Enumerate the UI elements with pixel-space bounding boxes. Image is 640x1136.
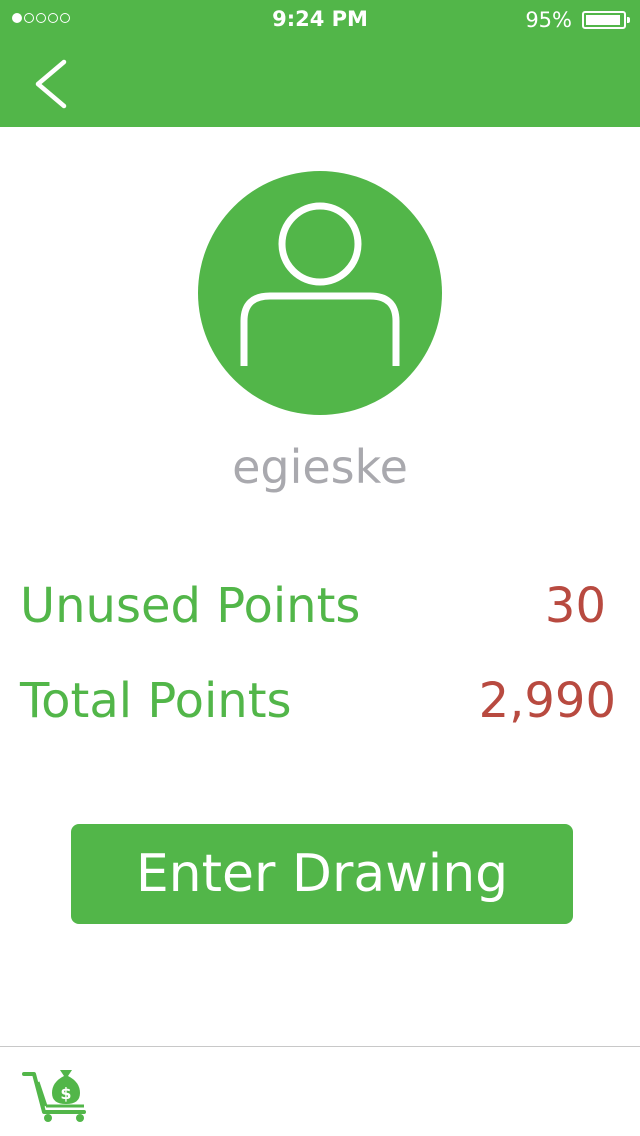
enter-drawing-button[interactable]: Enter Drawing: [71, 824, 573, 924]
app-screen: 9:24 PM 95% egieske Unused Points 30 Tot…: [0, 0, 640, 1136]
shop-button[interactable]: $: [22, 1062, 92, 1124]
user-icon: [240, 202, 400, 366]
svg-text:$: $: [60, 1084, 71, 1103]
back-button[interactable]: [24, 54, 84, 114]
unused-points-row: Unused Points 30: [20, 578, 616, 638]
avatar: [198, 171, 442, 415]
battery-percent: 95%: [525, 8, 572, 32]
chevron-left-icon: [35, 59, 67, 109]
total-points-row: Total Points 2,990: [20, 673, 616, 733]
battery-nub: [627, 17, 630, 23]
unused-points-value: 30: [544, 578, 606, 634]
header-bar: 9:24 PM 95%: [0, 0, 640, 127]
shopping-cart-money-bag-icon: $: [22, 1070, 86, 1122]
battery-fill: [586, 15, 620, 25]
unused-points-label: Unused Points: [20, 578, 361, 634]
battery-icon: [582, 11, 630, 29]
bottom-divider: [0, 1046, 640, 1047]
total-points-value: 2,990: [478, 673, 616, 729]
status-bar: 9:24 PM 95%: [0, 0, 640, 40]
username: egieske: [232, 440, 408, 494]
total-points-label: Total Points: [20, 673, 292, 729]
